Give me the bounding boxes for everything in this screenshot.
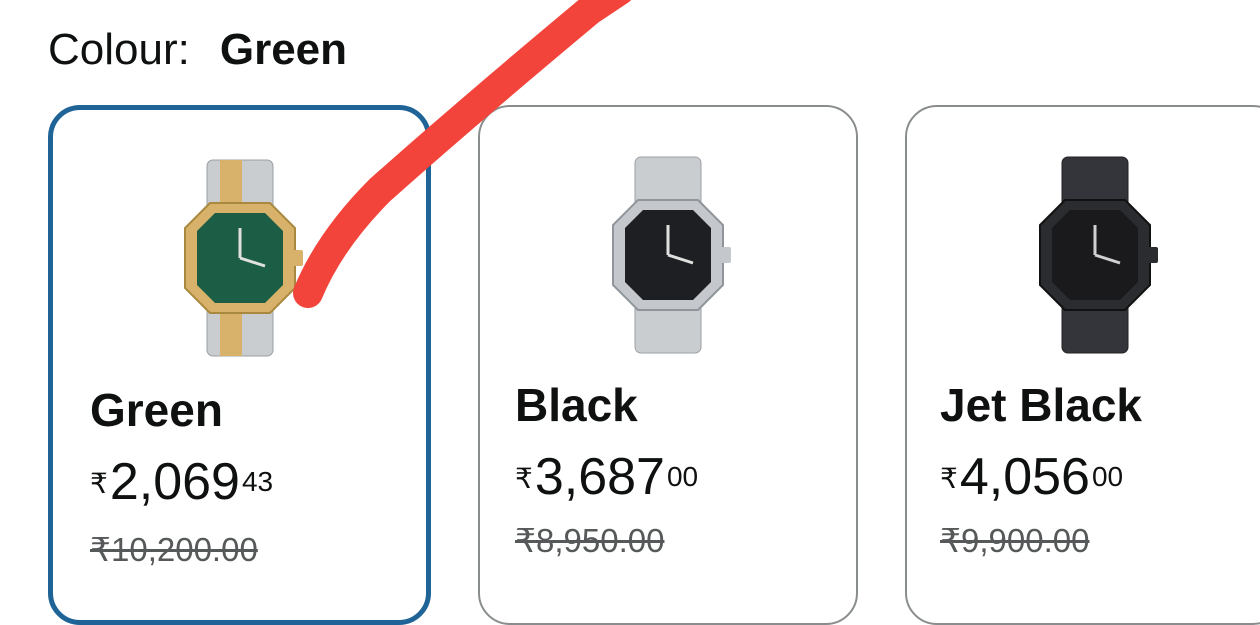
selected-colour-value: Green	[219, 25, 348, 74]
variant-mrp: ₹8,950.00	[515, 522, 665, 559]
colour-label: Colour:	[48, 25, 190, 74]
watch-icon	[612, 156, 731, 354]
watch-image-jet-black	[907, 135, 1260, 375]
variant-name: Green	[90, 384, 223, 436]
variant-name: Jet Black	[940, 379, 1143, 431]
variant-price: ₹3,68700	[515, 448, 699, 506]
variant-card-green[interactable]: Green ₹2,06943 ₹10,200.00	[48, 105, 431, 625]
watch-icon	[1039, 156, 1158, 354]
variant-price: ₹2,06943	[90, 453, 274, 511]
variant-card-black[interactable]: Black ₹3,68700 ₹8,950.00	[478, 105, 858, 625]
watch-icon	[183, 159, 303, 357]
variant-card-jet-black[interactable]: Jet Black ₹4,05600 ₹9,900.00	[905, 105, 1260, 625]
variant-name: Black	[515, 379, 638, 431]
watch-image-black	[480, 135, 856, 375]
colour-selector-label: Colour: Green	[48, 22, 347, 78]
variant-price: ₹4,05600	[940, 448, 1124, 506]
watch-image-green	[53, 138, 426, 378]
variant-mrp: ₹9,900.00	[940, 522, 1090, 559]
variant-mrp: ₹10,200.00	[90, 531, 258, 568]
